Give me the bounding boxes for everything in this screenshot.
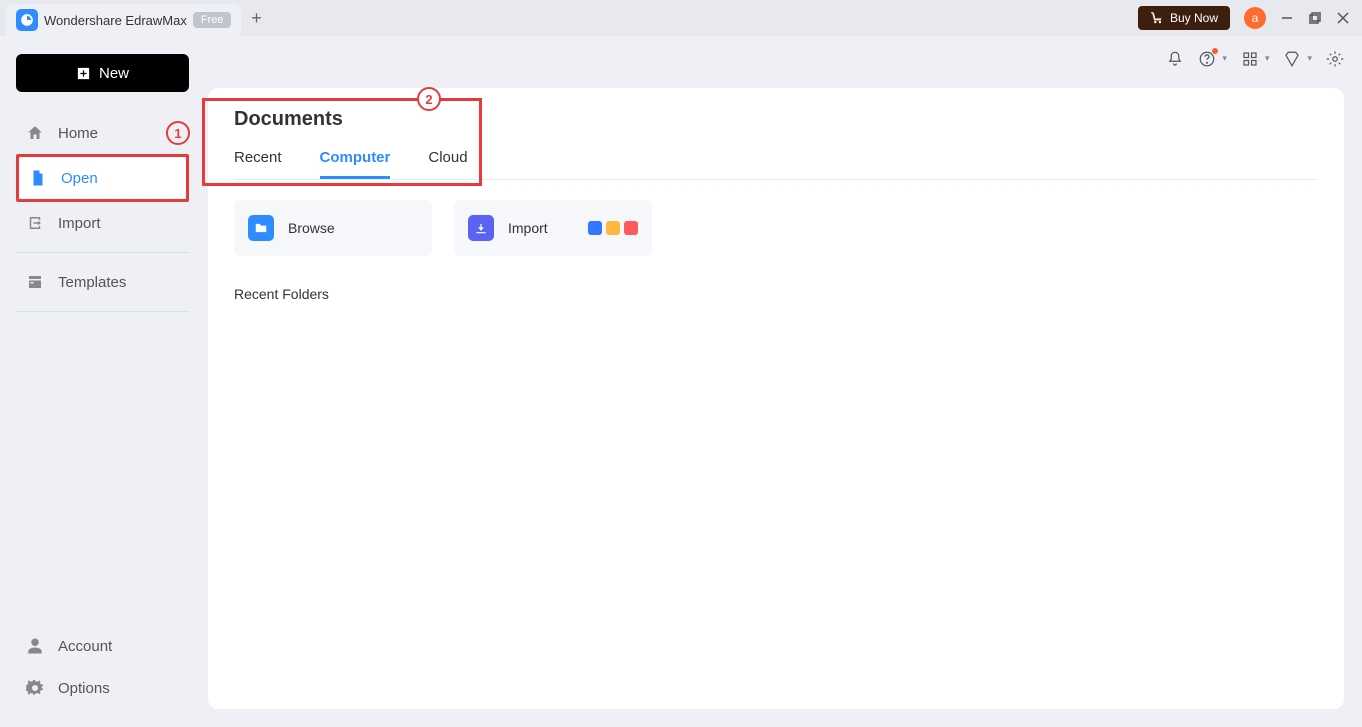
plus-square-icon	[76, 66, 91, 81]
app-title: Wondershare EdrawMax	[44, 13, 187, 28]
sidebar-item-label: Account	[58, 638, 112, 655]
cart-icon	[1150, 11, 1164, 25]
new-tab-button[interactable]: +	[241, 8, 271, 29]
sidebar-item-label: Home	[58, 125, 98, 142]
sidebar-item-label: Open	[61, 170, 98, 187]
format-badge-icon	[624, 221, 638, 235]
settings-icon[interactable]	[1326, 50, 1344, 68]
app-tab[interactable]: Wondershare EdrawMax Free	[6, 4, 241, 36]
titlebar-left: Wondershare EdrawMax Free +	[6, 0, 271, 36]
import-format-badges	[588, 221, 638, 235]
import-icon	[468, 215, 494, 241]
annotation-2: 2	[417, 87, 441, 111]
sidebar-item-open[interactable]: Open	[19, 157, 186, 199]
folder-icon	[248, 215, 274, 241]
sidebar-item-account[interactable]: Account	[16, 625, 189, 667]
recent-folders-heading: Recent Folders	[234, 286, 1318, 302]
help-icon[interactable]	[1198, 50, 1216, 68]
help-caret-icon[interactable]: ▾	[1222, 53, 1227, 64]
sidebar-item-label: Import	[58, 215, 101, 232]
nav-separator	[16, 311, 189, 312]
buy-now-button[interactable]: Buy Now	[1138, 6, 1230, 30]
plan-badge: Free	[193, 12, 232, 28]
sidebar-bottom: Account Options	[16, 625, 189, 709]
sidebar-item-label: Templates	[58, 274, 126, 291]
titlebar-right: Buy Now a	[1138, 6, 1356, 30]
annotation-highlight-1: Open	[16, 154, 189, 202]
sidebar-item-home[interactable]: Home	[16, 112, 189, 154]
documents-panel: 2 Documents Recent Computer Cloud Browse…	[208, 88, 1344, 709]
main-area: ▾ ▾ ▾ 2 Documents Recent Computer Cloud …	[205, 36, 1362, 727]
theme-icon[interactable]	[1283, 50, 1301, 68]
import-label: Import	[508, 220, 548, 236]
browse-card[interactable]: Browse	[234, 200, 432, 256]
window-minimize-button[interactable]	[1280, 11, 1294, 25]
new-button-label: New	[99, 65, 129, 82]
visio-badge-icon	[588, 221, 602, 235]
sidebar-item-options[interactable]: Options	[16, 667, 189, 709]
apps-caret-icon[interactable]: ▾	[1265, 53, 1270, 64]
titlebar: Wondershare EdrawMax Free + Buy Now a	[0, 0, 1362, 36]
window-close-button[interactable]	[1336, 11, 1350, 25]
action-cards: Browse Import	[234, 200, 1318, 256]
annotation-1: 1	[166, 121, 190, 145]
import-small-icon	[26, 214, 44, 232]
file-icon	[29, 169, 47, 187]
annotation-highlight-2: 2	[202, 98, 482, 186]
bell-icon[interactable]	[1166, 50, 1184, 68]
sidebar: New Home 1 Open Import	[0, 36, 205, 727]
nav-separator	[16, 252, 189, 253]
window-maximize-button[interactable]	[1308, 11, 1322, 25]
sidebar-item-import[interactable]: Import	[16, 202, 189, 244]
import-card[interactable]: Import	[454, 200, 652, 256]
apps-icon[interactable]	[1241, 50, 1259, 68]
theme-caret-icon[interactable]: ▾	[1307, 53, 1312, 64]
browse-label: Browse	[288, 220, 335, 236]
sidebar-item-label: Options	[58, 680, 110, 697]
templates-icon	[26, 273, 44, 291]
sidebar-item-templates[interactable]: Templates	[16, 261, 189, 303]
new-button[interactable]: New	[16, 54, 189, 92]
account-icon	[26, 637, 44, 655]
gear-icon	[26, 679, 44, 697]
app-logo-icon	[16, 9, 38, 31]
notification-dot	[1212, 48, 1218, 54]
top-toolbar: ▾ ▾ ▾	[1166, 36, 1344, 81]
buy-now-label: Buy Now	[1170, 11, 1218, 25]
sidebar-nav: Home 1 Open Import Templates	[16, 112, 189, 320]
format-badge-icon	[606, 221, 620, 235]
home-icon	[26, 124, 44, 142]
user-avatar[interactable]: a	[1244, 7, 1266, 29]
